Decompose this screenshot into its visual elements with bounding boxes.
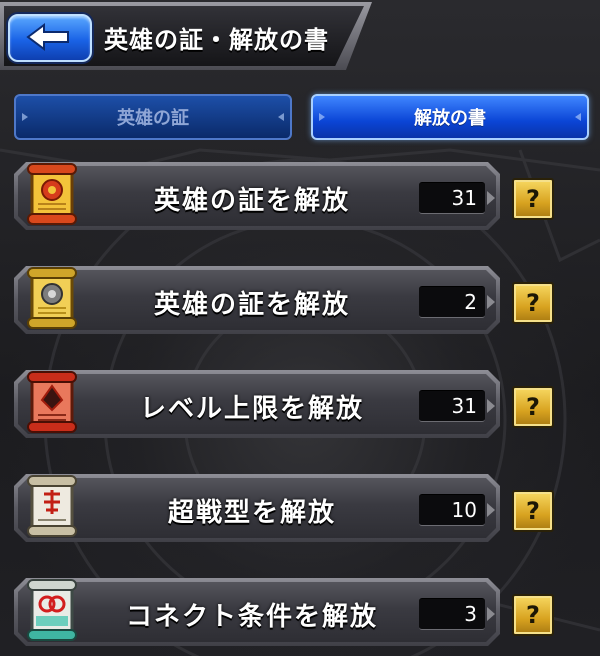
tab-release-book[interactable]: 解放の書 [311, 94, 589, 140]
list-item[interactable]: 英雄の証を解放 2 ? [14, 262, 600, 340]
teal-scroll-icon [27, 579, 77, 641]
back-arrow-icon [26, 23, 69, 51]
white-scroll-icon [27, 475, 77, 537]
item-label: 英雄の証を解放 [153, 186, 350, 216]
item-count: 31 [419, 390, 485, 422]
count-arrow-icon [487, 295, 495, 309]
tab-right-arrow-icon [575, 113, 581, 121]
tab-label: 解放の書 [414, 108, 486, 129]
item-count: 3 [419, 598, 485, 630]
count-arrow-icon [487, 399, 495, 413]
list-item[interactable]: レベル上限を解放 31 ? [14, 366, 600, 444]
item-label: レベル上限を解放 [139, 394, 364, 424]
count-arrow-icon [487, 191, 495, 205]
help-button[interactable]: ? [512, 594, 554, 636]
header-bar: 英雄の証・解放の書 [0, 0, 372, 72]
tab-hero-proof[interactable]: 英雄の証 [14, 94, 292, 140]
gold-scroll-red-seal-icon [27, 163, 77, 225]
item-count: 10 [419, 494, 485, 526]
item-label: 英雄の証を解放 [153, 290, 350, 320]
count-arrow-icon [487, 607, 495, 621]
item-label: 超戦型を解放 [167, 498, 336, 528]
red-scroll-icon [27, 371, 77, 433]
help-button[interactable]: ? [512, 282, 554, 324]
gold-scroll-gray-seal-icon [27, 267, 77, 329]
list-item[interactable]: 英雄の証を解放 31 ? [14, 158, 600, 236]
count-arrow-icon [487, 503, 495, 517]
item-label: コネクト条件を解放 [125, 602, 378, 632]
page-title: 英雄の証・解放の書 [104, 26, 329, 54]
help-button[interactable]: ? [512, 490, 554, 532]
tab-left-arrow-icon [319, 113, 325, 121]
help-button[interactable]: ? [512, 386, 554, 428]
list-item[interactable]: コネクト条件を解放 3 ? [14, 574, 600, 652]
back-button[interactable] [8, 14, 92, 62]
tab-left-arrow-icon [22, 113, 28, 121]
item-count: 2 [419, 286, 485, 318]
tab-right-arrow-icon [278, 113, 284, 121]
help-button[interactable]: ? [512, 178, 554, 220]
list-item[interactable]: 超戦型を解放 10 ? [14, 470, 600, 548]
item-count: 31 [419, 182, 485, 214]
tab-label: 英雄の証 [117, 108, 189, 129]
